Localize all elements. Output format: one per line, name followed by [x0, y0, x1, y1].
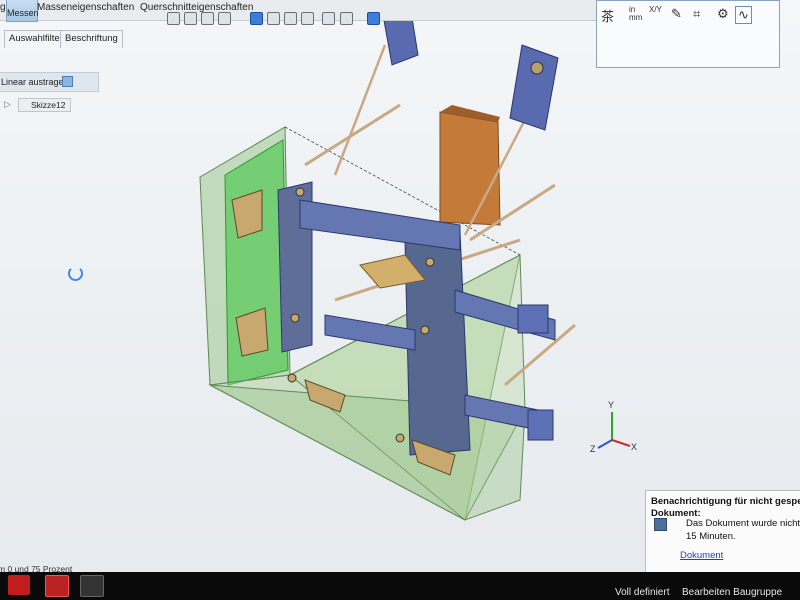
measure-label[interactable]: Messen [7, 8, 39, 18]
settings-icon[interactable]: ⚙ [717, 6, 729, 22]
display-style-icon[interactable] [267, 12, 280, 25]
notification-text-2: 15 Minuten. [686, 531, 736, 542]
feature-badge-icon [62, 76, 73, 87]
hide-show-icon[interactable] [284, 12, 297, 25]
view-toolbar [162, 10, 602, 28]
notification-title: Benachrichtigung für nicht gespe [651, 496, 800, 507]
status-defined: Voll definiert [615, 587, 670, 598]
zoom-area-icon[interactable] [184, 12, 197, 25]
format-panel: 茶 in mm X/Y ✎ ⌗ ⚙ ∿ [596, 0, 780, 68]
notification-text-1: Das Dokument wurde nicht [686, 518, 800, 529]
autosave-notification: Benachrichtigung für nicht gespe Dokumen… [645, 490, 800, 574]
realview-icon[interactable] [367, 12, 380, 25]
ribbon-prefix: g [0, 2, 6, 13]
feature-tree-item-extrude[interactable]: Linear austragen1 [0, 72, 99, 92]
tab-selection-filter[interactable]: Auswahlfilter [4, 30, 68, 48]
taskbar: Voll definiert Bearbeiten Baugruppe [0, 572, 800, 600]
scene-icon[interactable] [322, 12, 335, 25]
save-icon [654, 518, 667, 531]
zoom-fit-icon[interactable] [167, 12, 180, 25]
view-orientation-icon[interactable] [250, 12, 263, 25]
status-mode: Bearbeiten Baugruppe [682, 587, 783, 598]
solidworks-app-icon[interactable] [45, 575, 69, 597]
mass-properties-button[interactable]: Masseneigenschaften [37, 2, 134, 13]
pdf-app-icon[interactable] [8, 575, 30, 595]
feature-tree-item-sketch[interactable]: Skizze12 [18, 98, 71, 112]
chart-icon[interactable]: ∿ [735, 6, 752, 24]
back-plate [439, 111, 501, 226]
format-icon[interactable]: 茶 [601, 6, 614, 25]
hanger-bracket-right [509, 44, 559, 131]
section-view-icon[interactable] [218, 12, 231, 25]
photos-app-icon[interactable] [80, 575, 104, 597]
document-link[interactable]: Dokument [680, 550, 723, 561]
tab-annotation[interactable]: Beschriftung [60, 30, 123, 48]
frame-beam-top [299, 199, 461, 251]
tree-expand-icon[interactable]: ▷ [4, 99, 11, 110]
triad-y-label: Y [608, 400, 615, 410]
view-settings-icon[interactable] [340, 12, 353, 25]
xy-glyph[interactable]: X/Y [649, 6, 662, 14]
unit-mm-label: mm [629, 13, 643, 22]
pencil-icon[interactable]: ✎ [671, 6, 682, 22]
loading-icon [68, 266, 83, 281]
triad-z-label: Z [590, 444, 596, 454]
edit-appearance-icon[interactable] [301, 12, 314, 25]
previous-view-icon[interactable] [201, 12, 214, 25]
edit-icon[interactable]: ⌗ [693, 6, 700, 22]
triad-x-label: X [631, 442, 638, 452]
